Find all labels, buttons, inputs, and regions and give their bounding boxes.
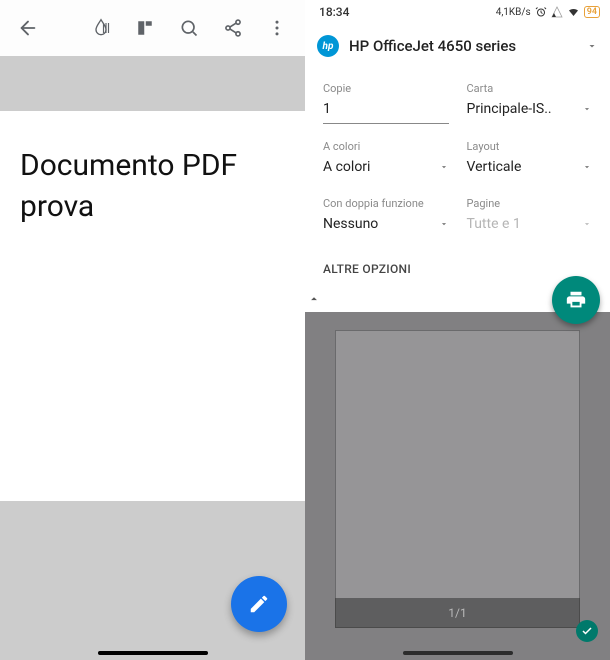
back-button[interactable] <box>8 8 48 48</box>
preview-page[interactable] <box>335 330 580 628</box>
paper-label: Carta <box>467 82 593 95</box>
printer-selector[interactable]: hp HP OfficeJet 4650 series <box>305 24 610 68</box>
wifi-icon <box>567 6 580 18</box>
layout-value: Verticale <box>467 159 522 175</box>
copies-option[interactable]: Copie 1 <box>323 76 449 134</box>
pages-option: Pagine Tutte e 1 <box>467 191 593 248</box>
print-preview-area[interactable]: 1/1 <box>305 312 610 660</box>
gesture-nav-handle <box>403 651 513 655</box>
alarm-icon <box>535 6 547 18</box>
status-bar: 18:34 4,1KB/s 94 <box>305 0 610 24</box>
pages-label: Pagine <box>467 197 593 210</box>
duplex-value: Nessuno <box>323 216 378 232</box>
chevron-down-icon <box>582 162 592 172</box>
chevron-down-icon <box>439 219 449 229</box>
viewer-toolbar <box>0 0 305 56</box>
ink-annotate-icon[interactable] <box>81 8 121 48</box>
color-value: A colori <box>323 159 370 175</box>
chevron-down-icon <box>582 104 592 114</box>
color-option[interactable]: A colori A colori <box>323 134 449 191</box>
page-counter: 1/1 <box>335 598 580 628</box>
document-text: Documento PDF prova <box>20 146 285 227</box>
layout-label: Layout <box>467 140 593 153</box>
battery-indicator: 94 <box>584 6 600 18</box>
print-dialog-screen: 18:34 4,1KB/s 94 hp HP OfficeJet 4650 se… <box>305 0 610 660</box>
paper-value: Principale-IS.. <box>467 101 552 117</box>
document-viewer-screen: Documento PDF prova <box>0 0 305 660</box>
duplex-label: Con doppia funzione <box>323 197 449 210</box>
status-net-speed: 4,1KB/s <box>496 7 531 18</box>
signal-icon <box>551 6 563 18</box>
chevron-down-icon <box>439 162 449 172</box>
overflow-menu-icon[interactable] <box>257 8 297 48</box>
hp-logo-icon: hp <box>317 35 339 57</box>
layout-toggle-icon[interactable] <box>125 8 165 48</box>
duplex-option[interactable]: Con doppia funzione Nessuno <box>323 191 449 248</box>
copies-value[interactable]: 1 <box>323 101 331 117</box>
document-page[interactable]: Documento PDF prova <box>0 111 305 501</box>
chevron-down-icon <box>586 40 598 52</box>
search-icon[interactable] <box>169 8 209 48</box>
copies-label: Copie <box>323 82 449 95</box>
chevron-down-icon <box>582 219 592 229</box>
page-selected-check-icon[interactable] <box>576 620 598 642</box>
printer-name: HP OfficeJet 4650 series <box>349 37 576 55</box>
print-fab[interactable] <box>552 276 600 324</box>
pages-value: Tutte e 1 <box>467 216 521 232</box>
color-label: A colori <box>323 140 449 153</box>
share-icon[interactable] <box>213 8 253 48</box>
layout-option[interactable]: Layout Verticale <box>467 134 593 191</box>
edit-fab[interactable] <box>231 576 287 632</box>
paper-option[interactable]: Carta Principale-IS.. <box>467 76 593 134</box>
gesture-nav-handle <box>98 651 208 655</box>
status-time: 18:34 <box>315 5 496 19</box>
print-options: Copie 1 Carta Principale-IS.. A colori A… <box>305 68 610 248</box>
